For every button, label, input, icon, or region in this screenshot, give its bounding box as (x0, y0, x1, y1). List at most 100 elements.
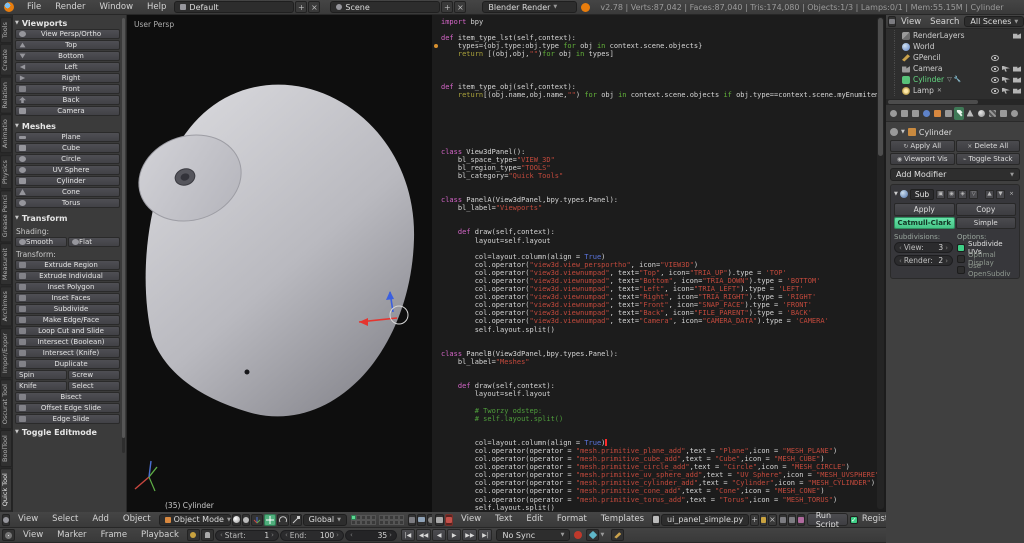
menu-item[interactable]: Templates (594, 512, 651, 527)
add-mesh-button[interactable]: UV Sphere (15, 165, 120, 175)
code-line[interactable]: class PanelA(View3dPanel,bpy.types.Panel… (441, 196, 874, 204)
transform-button[interactable]: Select (68, 381, 120, 391)
text-editor[interactable]: import bpy def item_type_lst(self,contex… (432, 15, 886, 512)
code-line[interactable] (441, 131, 874, 139)
code-line[interactable]: col.operator("view3d.viewnumpad", text="… (441, 269, 874, 277)
option-checkbox[interactable] (957, 265, 965, 274)
3d-viewport[interactable]: User Persp (35) Cylinder (127, 15, 432, 512)
code-line[interactable]: col.operator("view3d.viewnumpad", text="… (441, 285, 874, 293)
layer-cell[interactable] (370, 519, 376, 525)
restrict-select-icon[interactable] (1002, 76, 1010, 83)
editmode-visibility-toggle[interactable]: ◈ (958, 189, 968, 199)
restrict-render-icon[interactable] (1013, 33, 1021, 39)
shelf-tab[interactable]: Grease Penci (0, 189, 12, 243)
menu-item[interactable]: Format (550, 512, 594, 527)
code-line[interactable]: class PanelB(View3dPanel,bpy.types.Panel… (441, 350, 874, 358)
viewport-button[interactable]: Right (15, 73, 120, 83)
resolve-conflict-icon[interactable] (445, 513, 453, 526)
code-line[interactable]: col=layout.column(align = True) (441, 253, 874, 261)
move-down-button[interactable]: ▼ (996, 189, 1005, 199)
code-line[interactable] (441, 139, 874, 147)
shelf-tab[interactable]: Physics (0, 154, 12, 189)
add-mesh-button[interactable]: Cone (15, 187, 120, 197)
add-modifier-dropdown[interactable]: Add Modifier ▼ (890, 168, 1020, 181)
menu-item[interactable]: Window (93, 0, 141, 14)
jump-to-end-button[interactable]: ▶| (478, 529, 493, 541)
properties-tab-icon[interactable] (987, 107, 997, 120)
menu-item[interactable]: Frame (94, 528, 134, 542)
properties-tab-icon[interactable] (943, 107, 953, 120)
menu-item[interactable]: Object (116, 512, 158, 527)
outliner-item[interactable]: RenderLayers (886, 30, 1024, 41)
code-line[interactable]: col.operator("view3d.viewnumpad", text="… (441, 317, 874, 325)
toggle-editmode-panel-header[interactable]: ▼ Toggle Editmode (15, 426, 120, 438)
viewport-button[interactable]: Bottom (15, 51, 120, 61)
viewport-button[interactable]: Left (15, 62, 120, 72)
mode-dropdown[interactable]: Object Mode ▼ (158, 513, 231, 526)
scene-filter-dropdown[interactable]: All Scenes ▼ (964, 16, 1024, 27)
end-frame-field[interactable]: ‹ End: 100 › (279, 529, 344, 541)
code-line[interactable] (441, 188, 874, 196)
collapse-modifier-icon[interactable]: ▼ (894, 191, 898, 197)
shelf-tab[interactable]: Relation (0, 76, 12, 114)
delete-modifier-button[interactable]: × (1007, 190, 1016, 199)
menu-item[interactable]: Render (48, 0, 92, 14)
code-line[interactable]: col.operator("view3d.view_persportho", i… (441, 261, 874, 269)
transform-button[interactable]: Extrude Individual (15, 271, 120, 281)
properties-tab-icon[interactable] (932, 107, 942, 120)
code-line[interactable]: col.operator(operator = "mesh.primitive_… (441, 463, 874, 471)
outliner-item[interactable]: Lamp ✕ (886, 85, 1024, 96)
transform-button[interactable]: Screw (68, 370, 120, 380)
properties-tab-icon[interactable] (976, 107, 986, 120)
code-line[interactable]: col.operator(operator = "mesh.primitive_… (441, 487, 874, 495)
code-line[interactable] (441, 115, 874, 123)
restrict-view-icon[interactable] (991, 54, 999, 61)
editor-type-button[interactable] (888, 16, 896, 27)
restrict-view-icon[interactable] (991, 87, 999, 94)
add-scene-button[interactable]: + (441, 1, 454, 13)
code-line[interactable] (441, 245, 874, 253)
editor-type-button[interactable] (2, 529, 15, 541)
translate-manipulator-button[interactable] (263, 513, 276, 526)
transform-button[interactable]: Offset Edge Slide (15, 403, 120, 413)
viewport-visibility-toggle[interactable]: ◉ (947, 189, 957, 199)
pin-icon[interactable] (890, 128, 898, 136)
word-wrap-toggle[interactable] (787, 513, 796, 526)
code-line[interactable]: bl_category="Quick Tools" (441, 172, 874, 180)
apply-modifier-button[interactable]: Apply (894, 203, 955, 216)
properties-tab-icon[interactable] (998, 107, 1008, 120)
play-button[interactable]: ▶ (447, 529, 462, 541)
code-line[interactable]: self.layout.split() (441, 504, 874, 512)
shelf-tab[interactable]: Animatio (0, 114, 12, 154)
delete-scene-button[interactable]: × (454, 1, 467, 13)
cage-toggle[interactable]: ▽ (969, 189, 979, 199)
shelf-tab[interactable]: Measureit (0, 243, 12, 286)
delete-all-button[interactable]: × Delete All (955, 140, 1020, 152)
menu-item[interactable]: View (16, 528, 50, 542)
code-line[interactable]: def draw(self,context): (441, 228, 874, 236)
jump-to-start-button[interactable]: |◀ (400, 529, 415, 541)
outliner-item[interactable]: World (886, 41, 1024, 52)
modifier-name-field[interactable]: Sub (909, 188, 935, 200)
shelf-tab[interactable]: Create (0, 44, 12, 76)
properties-tab-icon[interactable] (899, 107, 909, 120)
fake-user-button[interactable] (759, 513, 767, 526)
syntax-highlight-toggle[interactable] (796, 513, 805, 526)
code-line[interactable]: class View3dPanel(): (441, 148, 874, 156)
pivot-point-dropdown[interactable] (241, 513, 250, 526)
preview-range-icon[interactable] (186, 529, 200, 541)
delete-screen-layout-button[interactable]: × (308, 1, 321, 13)
code-line[interactable] (441, 342, 874, 350)
menu-item[interactable]: Text (488, 512, 519, 527)
shelf-scrollbar[interactable] (122, 18, 125, 453)
code-line[interactable]: bl_region_type="TOOLS" (441, 164, 874, 172)
shading-button[interactable]: Flat (68, 237, 120, 247)
properties-tab-icon[interactable] (910, 107, 920, 120)
add-mesh-button[interactable]: Cube (15, 143, 120, 153)
subdivision-type-button[interactable]: Simple (955, 217, 1016, 229)
code-line[interactable] (441, 220, 874, 228)
render-image-button[interactable] (416, 513, 426, 526)
shelf-tab[interactable]: Oscurat Tool (0, 378, 12, 429)
code-line[interactable]: col.operator(operator = "mesh.primitive_… (441, 447, 874, 455)
viewport-vis-button[interactable]: ◉ Viewport Vis (890, 153, 955, 165)
